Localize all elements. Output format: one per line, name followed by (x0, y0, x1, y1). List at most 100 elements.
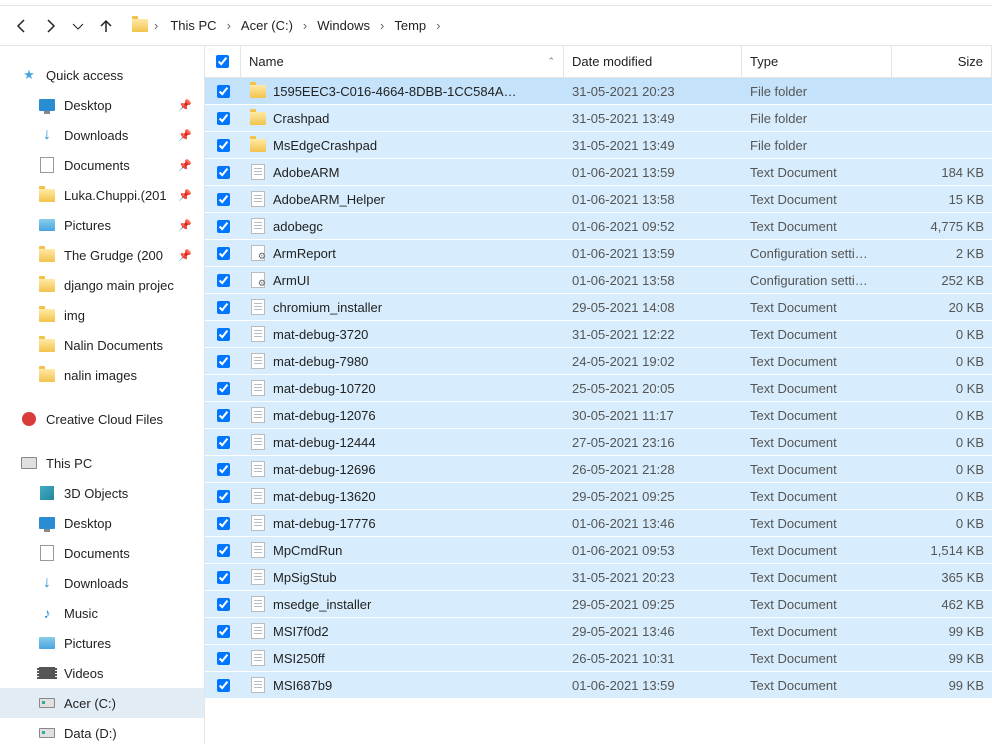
row-checkbox[interactable] (205, 112, 241, 125)
breadcrumb-segment[interactable]: Acer (C:) (235, 14, 299, 37)
file-row[interactable]: mat-debug-1362029-05-2021 09:25Text Docu… (205, 483, 992, 510)
row-checkbox[interactable] (205, 571, 241, 584)
chevron-right-icon[interactable]: › (378, 18, 386, 33)
sidebar-quick-access[interactable]: ★ Quick access (0, 60, 204, 90)
cell-name[interactable]: MSI250ff (241, 649, 564, 667)
file-row[interactable]: MsEdgeCrashpad31-05-2021 13:49File folde… (205, 132, 992, 159)
chevron-right-icon[interactable]: › (225, 18, 233, 33)
cell-name[interactable]: chromium_installer (241, 298, 564, 316)
sidebar-item[interactable]: Acer (C:) (0, 688, 204, 718)
location-icon[interactable] (132, 19, 148, 32)
chevron-right-icon[interactable]: › (152, 18, 160, 33)
file-row[interactable]: MSI687b901-06-2021 13:59Text Document99 … (205, 672, 992, 699)
back-button[interactable] (8, 12, 36, 40)
sidebar-item[interactable]: Desktop📌 (0, 90, 204, 120)
sidebar-item[interactable]: Pictures (0, 628, 204, 658)
cell-name[interactable]: AdobeARM_Helper (241, 190, 564, 208)
sidebar-item[interactable]: nalin images (0, 360, 204, 390)
file-row[interactable]: ArmUI01-06-2021 13:58Configuration setti… (205, 267, 992, 294)
file-row[interactable]: mat-debug-1777601-06-2021 13:46Text Docu… (205, 510, 992, 537)
file-row[interactable]: chromium_installer29-05-2021 14:08Text D… (205, 294, 992, 321)
row-checkbox[interactable] (205, 85, 241, 98)
sidebar-item[interactable]: Desktop (0, 508, 204, 538)
row-checkbox[interactable] (205, 274, 241, 287)
row-checkbox[interactable] (205, 490, 241, 503)
row-checkbox[interactable] (205, 625, 241, 638)
row-checkbox[interactable] (205, 355, 241, 368)
file-row[interactable]: mat-debug-1269626-05-2021 21:28Text Docu… (205, 456, 992, 483)
sidebar-item[interactable]: ♪Music (0, 598, 204, 628)
cell-name[interactable]: msedge_installer (241, 595, 564, 613)
cell-name[interactable]: mat-debug-3720 (241, 325, 564, 343)
cell-name[interactable]: mat-debug-12696 (241, 460, 564, 478)
file-row[interactable]: mat-debug-1207630-05-2021 11:17Text Docu… (205, 402, 992, 429)
row-checkbox[interactable] (205, 328, 241, 341)
row-checkbox[interactable] (205, 436, 241, 449)
row-checkbox[interactable] (205, 652, 241, 665)
sidebar-item[interactable]: Videos (0, 658, 204, 688)
column-size[interactable]: Size (892, 46, 992, 77)
chevron-right-icon[interactable]: › (434, 18, 442, 33)
file-row[interactable]: ArmReport01-06-2021 13:59Configuration s… (205, 240, 992, 267)
chevron-right-icon[interactable]: › (301, 18, 309, 33)
column-date[interactable]: Date modified (564, 46, 742, 77)
breadcrumb-segment[interactable]: Windows (311, 14, 376, 37)
sidebar-item[interactable]: Pictures📌 (0, 210, 204, 240)
file-row[interactable]: AdobeARM_Helper01-06-2021 13:58Text Docu… (205, 186, 992, 213)
cell-name[interactable]: MSI7f0d2 (241, 622, 564, 640)
cell-name[interactable]: Crashpad (241, 109, 564, 127)
file-row[interactable]: MSI7f0d229-05-2021 13:46Text Document99 … (205, 618, 992, 645)
file-row[interactable]: MSI250ff26-05-2021 10:31Text Document99 … (205, 645, 992, 672)
sidebar-item[interactable]: ↓Downloads📌 (0, 120, 204, 150)
select-all-checkbox[interactable] (205, 46, 241, 77)
cell-name[interactable]: MsEdgeCrashpad (241, 136, 564, 154)
file-row[interactable]: 1595EEC3-C016-4664-8DBB-1CC584A…31-05-20… (205, 78, 992, 105)
sidebar-item[interactable]: Documents (0, 538, 204, 568)
cell-name[interactable]: mat-debug-17776 (241, 514, 564, 532)
cell-name[interactable]: AdobeARM (241, 163, 564, 181)
sidebar-creative-cloud[interactable]: Creative Cloud Files (0, 404, 204, 434)
column-name[interactable]: Name⌃ (241, 46, 564, 77)
sidebar-item[interactable]: ↓Downloads (0, 568, 204, 598)
cell-name[interactable]: mat-debug-7980 (241, 352, 564, 370)
row-checkbox[interactable] (205, 247, 241, 260)
cell-name[interactable]: MSI687b9 (241, 676, 564, 694)
row-checkbox[interactable] (205, 382, 241, 395)
file-row[interactable]: MpSigStub31-05-2021 20:23Text Document36… (205, 564, 992, 591)
file-row[interactable]: msedge_installer29-05-2021 09:25Text Doc… (205, 591, 992, 618)
cell-name[interactable]: adobegc (241, 217, 564, 235)
sidebar-item[interactable]: Nalin Documents (0, 330, 204, 360)
file-row[interactable]: mat-debug-372031-05-2021 12:22Text Docum… (205, 321, 992, 348)
cell-name[interactable]: mat-debug-12076 (241, 406, 564, 424)
row-checkbox[interactable] (205, 544, 241, 557)
file-row[interactable]: mat-debug-1244427-05-2021 23:16Text Docu… (205, 429, 992, 456)
cell-name[interactable]: mat-debug-10720 (241, 379, 564, 397)
row-checkbox[interactable] (205, 409, 241, 422)
breadcrumb-segment[interactable]: This PC (164, 14, 222, 37)
file-row[interactable]: AdobeARM01-06-2021 13:59Text Document184… (205, 159, 992, 186)
file-row[interactable]: mat-debug-1072025-05-2021 20:05Text Docu… (205, 375, 992, 402)
sidebar-this-pc[interactable]: This PC (0, 448, 204, 478)
row-checkbox[interactable] (205, 301, 241, 314)
recent-dropdown[interactable] (64, 12, 92, 40)
sidebar-item[interactable]: The Grudge (200📌 (0, 240, 204, 270)
sidebar-item[interactable]: Data (D:) (0, 718, 204, 744)
sidebar-item[interactable]: Documents📌 (0, 150, 204, 180)
row-checkbox[interactable] (205, 220, 241, 233)
file-row[interactable]: MpCmdRun01-06-2021 09:53Text Document1,5… (205, 537, 992, 564)
sidebar-item[interactable]: 3D Objects (0, 478, 204, 508)
file-row[interactable]: adobegc01-06-2021 09:52Text Document4,77… (205, 213, 992, 240)
forward-button[interactable] (36, 12, 64, 40)
up-button[interactable] (92, 12, 120, 40)
cell-name[interactable]: MpSigStub (241, 568, 564, 586)
column-type[interactable]: Type (742, 46, 892, 77)
cell-name[interactable]: 1595EEC3-C016-4664-8DBB-1CC584A… (241, 82, 564, 100)
row-checkbox[interactable] (205, 598, 241, 611)
cell-name[interactable]: ArmUI (241, 271, 564, 289)
cell-name[interactable]: mat-debug-12444 (241, 433, 564, 451)
sidebar-item[interactable]: img (0, 300, 204, 330)
breadcrumb-segment[interactable]: Temp (388, 14, 432, 37)
row-checkbox[interactable] (205, 166, 241, 179)
row-checkbox[interactable] (205, 139, 241, 152)
row-checkbox[interactable] (205, 517, 241, 530)
